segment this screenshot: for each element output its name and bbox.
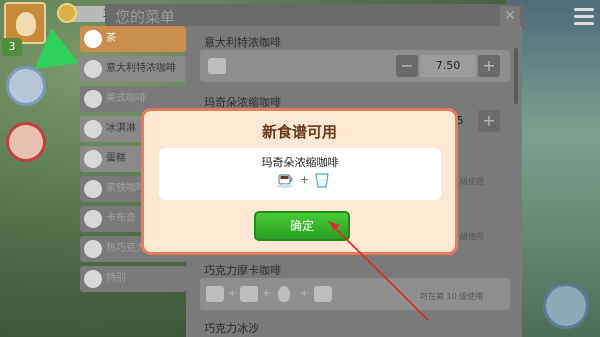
red-arrow-annotation	[328, 221, 429, 321]
